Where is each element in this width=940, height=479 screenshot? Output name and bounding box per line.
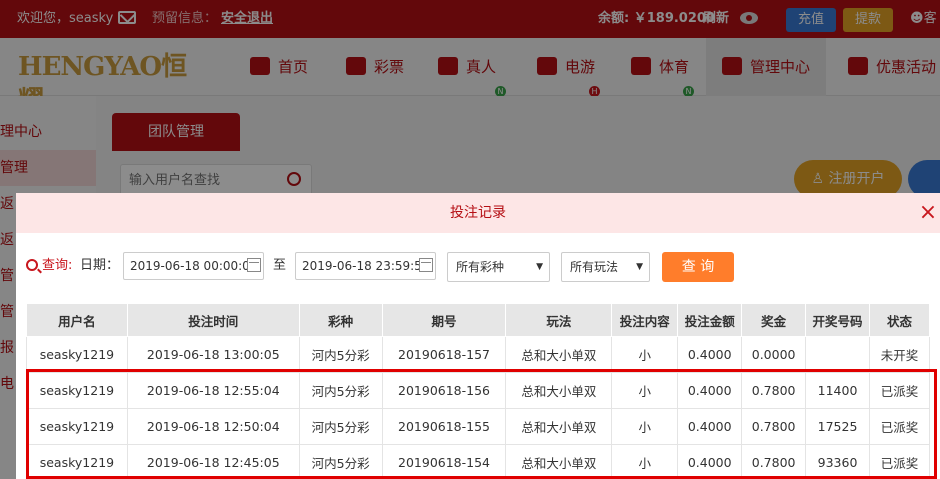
cell-draw-number: 17525: [805, 408, 871, 445]
cell-prize: 0.7800: [741, 372, 807, 409]
cell-content: 小: [611, 444, 679, 479]
filter-row: 查询: 日期： 至 所有彩种 ▼ 所有玩法 ▼ 查 询: [16, 249, 940, 283]
cell-amount: 0.4000: [677, 372, 743, 409]
col-prize[interactable]: 奖金: [741, 303, 807, 337]
date-from-field[interactable]: [123, 252, 264, 280]
bet-record-table: 用户名 投注时间 彩种 期号 玩法 投注内容 投注金额 奖金 开奖号码 状态 s…: [26, 303, 930, 479]
play-select[interactable]: 所有玩法 ▼: [561, 252, 650, 282]
cell-username: seasky1219: [26, 408, 128, 445]
table-row[interactable]: seasky1219 2019-06-18 12:50:04 河内5分彩 201…: [26, 408, 930, 445]
modal-header: 投注记录 ×: [16, 193, 940, 233]
cell-draw-number: [805, 336, 871, 373]
cell-username: seasky1219: [26, 372, 128, 409]
to-label: 至: [273, 258, 287, 273]
cell-amount: 0.4000: [677, 444, 743, 479]
cell-play: 总和大小单双: [505, 444, 613, 479]
cell-play: 总和大小单双: [505, 372, 613, 409]
col-amount[interactable]: 投注金额: [677, 303, 743, 337]
col-username[interactable]: 用户名: [26, 303, 128, 337]
cell-prize: 0.7800: [741, 408, 807, 445]
col-content[interactable]: 投注内容: [611, 303, 679, 337]
cell-lottery: 河内5分彩: [298, 408, 383, 445]
table-row[interactable]: seasky1219 2019-06-18 12:45:05 河内5分彩 201…: [26, 444, 930, 479]
cell-issue: 20190618-155: [381, 408, 507, 445]
chevron-down-icon: ▼: [536, 262, 543, 272]
cell-amount: 0.4000: [677, 408, 743, 445]
table-row[interactable]: seasky1219 2019-06-18 12:55:04 河内5分彩 201…: [26, 372, 930, 409]
cell-bet-time: 2019-06-18 12:55:04: [126, 372, 300, 409]
col-status[interactable]: 状态: [869, 303, 930, 337]
cell-lottery: 河内5分彩: [298, 336, 383, 373]
lottery-select[interactable]: 所有彩种 ▼: [447, 252, 550, 282]
cell-status: 已派奖: [869, 408, 930, 445]
calendar-icon[interactable]: [247, 258, 261, 272]
cell-username: seasky1219: [26, 336, 128, 373]
cell-issue: 20190618-156: [381, 372, 507, 409]
cell-lottery: 河内5分彩: [298, 444, 383, 479]
query-label: 查询:: [42, 258, 73, 273]
date-to-field[interactable]: [295, 252, 436, 280]
calendar-icon[interactable]: [419, 258, 433, 272]
cell-amount: 0.4000: [677, 336, 743, 373]
cell-content: 小: [611, 336, 679, 373]
modal-title: 投注记录: [450, 205, 506, 221]
cell-status: 已派奖: [869, 372, 930, 409]
cell-prize: 0.7800: [741, 444, 807, 479]
cell-draw-number: 93360: [805, 444, 871, 479]
cell-play: 总和大小单双: [505, 336, 613, 373]
cell-issue: 20190618-157: [381, 336, 507, 373]
query-button[interactable]: 查 询: [662, 252, 734, 282]
search-icon: [26, 259, 38, 271]
cell-play: 总和大小单双: [505, 408, 613, 445]
chevron-down-icon: ▼: [636, 262, 643, 272]
cell-draw-number: 11400: [805, 372, 871, 409]
col-issue[interactable]: 期号: [381, 303, 507, 337]
table-row[interactable]: seasky1219 2019-06-18 13:00:05 河内5分彩 201…: [26, 336, 930, 373]
col-bet-time[interactable]: 投注时间: [126, 303, 300, 337]
cell-issue: 20190618-154: [381, 444, 507, 479]
cell-bet-time: 2019-06-18 12:45:05: [126, 444, 300, 479]
cell-content: 小: [611, 372, 679, 409]
cell-bet-time: 2019-06-18 12:50:04: [126, 408, 300, 445]
lottery-select-value: 所有彩种: [456, 260, 505, 274]
date-label: 日期：: [80, 258, 120, 273]
cell-bet-time: 2019-06-18 13:00:05: [126, 336, 300, 373]
cell-status: 未开奖: [869, 336, 930, 373]
date-to-input[interactable]: [296, 253, 435, 279]
cell-lottery: 河内5分彩: [298, 372, 383, 409]
close-icon[interactable]: ×: [918, 193, 938, 233]
cell-prize: 0.0000: [741, 336, 807, 373]
cell-content: 小: [611, 408, 679, 445]
cell-username: seasky1219: [26, 444, 128, 479]
col-lottery[interactable]: 彩种: [298, 303, 383, 337]
date-from-input[interactable]: [124, 253, 263, 279]
col-draw-number[interactable]: 开奖号码: [805, 303, 871, 337]
play-select-value: 所有玩法: [570, 260, 619, 274]
cell-status: 已派奖: [869, 444, 930, 479]
col-play[interactable]: 玩法: [505, 303, 613, 337]
bet-record-modal: 投注记录 × 查询: 日期： 至 所有彩种 ▼ 所有玩法 ▼ 查 询: [16, 193, 940, 479]
table-header-row: 用户名 投注时间 彩种 期号 玩法 投注内容 投注金额 奖金 开奖号码 状态: [26, 303, 930, 337]
